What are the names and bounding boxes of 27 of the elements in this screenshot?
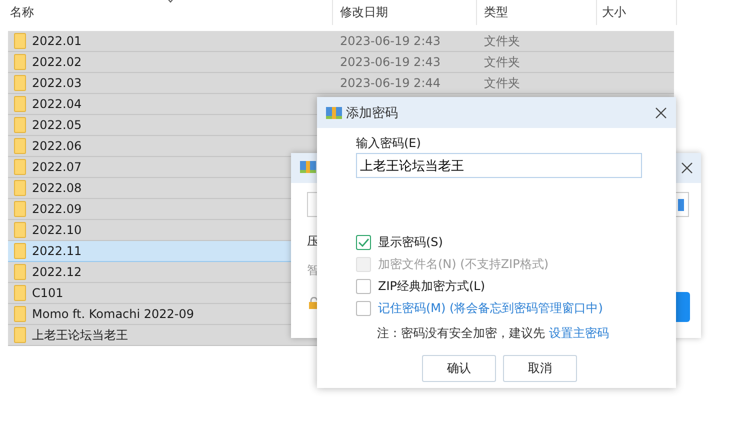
window-title: 添加密码 [346, 104, 399, 122]
file-name: 2022.01 [32, 34, 82, 48]
checkbox-label: 显示密码(S) [378, 234, 443, 250]
file-name: 2022.04 [32, 97, 82, 111]
field-label: 输入密码(E) [356, 135, 421, 152]
note-text: 注：密码没有安全加密，建议先 [377, 325, 545, 342]
file-name: 2022.06 [32, 139, 82, 153]
file-name: 2022.11 [32, 244, 82, 258]
file-name: Momo ft. Komachi 2022-09 [32, 307, 194, 321]
checkbox-label: ZIP经典加密方式(L) [378, 278, 486, 294]
checkbox-label: 加密文件名(N) (不支持ZIP格式) [378, 256, 549, 272]
file-name: 上老王论坛当老王 [32, 326, 128, 344]
file-name: C101 [32, 286, 64, 300]
file-name: 2022.08 [32, 181, 82, 195]
file-name: 2022.12 [32, 265, 82, 279]
file-type: 文件夹 [484, 54, 520, 70]
file-name: 2022.05 [32, 118, 82, 132]
file-name: 2022.02 [32, 55, 82, 69]
modified-date: 2023-06-19 2:43 [340, 34, 442, 48]
file-name: 2022.07 [32, 160, 82, 174]
file-name: 2022.09 [32, 202, 82, 216]
modified-date: 2023-06-19 2:43 [340, 55, 442, 69]
file-name: 2022.03 [32, 76, 82, 90]
file-type: 文件夹 [484, 32, 520, 50]
modified-date: 2023-06-19 2:44 [340, 76, 442, 90]
file-name: 2022.10 [32, 223, 82, 237]
file-type: 文件夹 [484, 74, 520, 92]
